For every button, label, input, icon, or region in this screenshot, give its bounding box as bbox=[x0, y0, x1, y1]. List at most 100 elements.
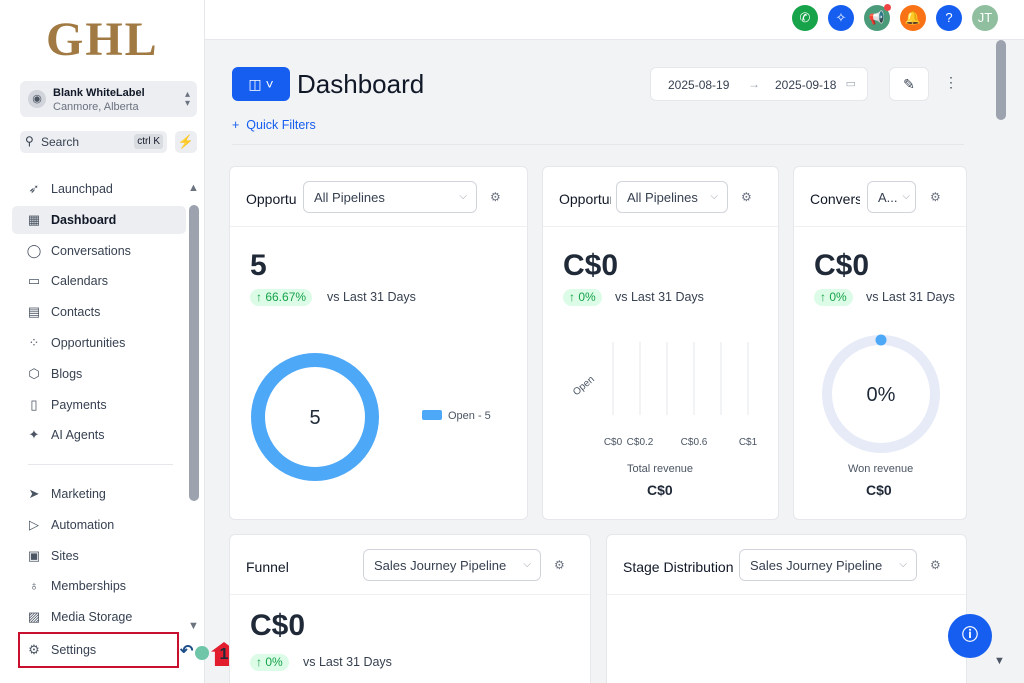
legend-label: Open - 5 bbox=[448, 410, 491, 422]
sidebar-item-sites[interactable]: ▣ Sites bbox=[12, 542, 186, 570]
help-icon[interactable]: ? bbox=[936, 5, 962, 31]
sidebar: GHL ◉ Blank WhiteLabel Canmore, Alberta … bbox=[0, 0, 205, 683]
sidebar-item-label: Blogs bbox=[51, 366, 83, 381]
search-button[interactable]: ⚲ Search ctrl K bbox=[20, 131, 167, 153]
scroll-down-arrow-icon[interactable]: ▼ bbox=[188, 620, 199, 632]
app-frame: GHL ◉ Blank WhiteLabel Canmore, Alberta … bbox=[0, 0, 1024, 683]
browser-icon: ▣ bbox=[27, 547, 41, 563]
sidebar-item-label: Opportunities bbox=[51, 336, 126, 350]
sidebar-item-marketing[interactable]: ➤ Marketing bbox=[12, 480, 186, 508]
metric-value: C$0 bbox=[563, 249, 619, 282]
annotation-dot bbox=[195, 646, 209, 660]
image-icon: ▨ bbox=[27, 609, 41, 625]
account-avatar-icon: ◉ bbox=[28, 90, 46, 108]
user-avatar[interactable]: JT bbox=[972, 5, 998, 31]
account-location: Canmore, Alberta bbox=[53, 101, 139, 113]
quick-actions-bolt-icon[interactable]: ⚡ bbox=[175, 131, 197, 153]
quick-filters-label: Quick Filters bbox=[246, 118, 316, 132]
chart-caption-value: C$0 bbox=[866, 482, 892, 498]
chevron-down-icon: ⌵ bbox=[710, 191, 718, 202]
card-title: Opportunities bbox=[246, 191, 296, 207]
sidebar-item-opportunities[interactable]: ⁘ Opportunities bbox=[12, 329, 186, 357]
sidebar-item-memberships[interactable]: ♁ Memberships bbox=[12, 572, 186, 600]
sidebar-item-blogs[interactable]: ⬡ Blogs bbox=[12, 360, 186, 388]
card-title: Conversion bbox=[810, 191, 860, 207]
sidebar-item-label: Dashboard bbox=[51, 212, 117, 227]
sidebar-divider bbox=[28, 464, 173, 465]
sidebar-item-launchpad[interactable]: ➶ Launchpad bbox=[12, 175, 186, 203]
sidebar-item-automation[interactable]: ▷ Automation bbox=[12, 511, 186, 539]
sidebar-scrollbar[interactable] bbox=[189, 205, 199, 501]
settings-highlight-box bbox=[18, 632, 179, 668]
sidebar-item-label: Automation bbox=[51, 517, 115, 532]
comparison-label: vs Last 31 Days bbox=[615, 290, 704, 304]
filter-settings-icon[interactable]: ⚙ bbox=[930, 558, 941, 572]
header-divider bbox=[232, 144, 964, 145]
main-scrollbar[interactable] bbox=[996, 40, 1006, 120]
quick-filters-link[interactable]: + Quick Filters bbox=[232, 118, 316, 132]
sidebar-item-label: Media Storage bbox=[51, 610, 133, 625]
layout-icon: ◫ ˅ bbox=[248, 76, 274, 92]
sidebar-item-ai-agents[interactable]: ✦ AI Agents bbox=[12, 421, 186, 449]
filter-settings-icon[interactable]: ⚙ bbox=[741, 190, 752, 204]
donut-legend-item[interactable]: Open - 5 bbox=[422, 410, 491, 422]
plus-icon: + bbox=[232, 118, 240, 132]
won-revenue-gauge: 0% bbox=[822, 334, 940, 453]
gauge-center-value: 0% bbox=[867, 384, 896, 406]
date-start: 2025-08-19 bbox=[668, 78, 730, 92]
change-badge: ↑ 0% bbox=[250, 654, 289, 671]
filter-settings-icon[interactable]: ⚙ bbox=[930, 190, 941, 204]
card-header: Stage Distribution Sales Journey Pipelin… bbox=[607, 535, 966, 595]
pipeline-select[interactable]: All Pipelines ⌵ bbox=[616, 181, 728, 213]
pipeline-select-value: Sales Journey Pipeline bbox=[750, 558, 883, 573]
brand-logo[interactable]: GHL bbox=[46, 12, 159, 67]
pipeline-select[interactable]: A... ⌵ bbox=[867, 181, 916, 213]
pipeline-select[interactable]: Sales Journey Pipeline ⌵ bbox=[739, 549, 917, 581]
scroll-down-arrow-icon[interactable]: ▼ bbox=[994, 655, 1005, 667]
award-icon: ♁ bbox=[29, 578, 39, 594]
revenue-bar-chart: C$0 C$0.2 C$0.6 C$1 Open bbox=[571, 342, 758, 448]
chevron-down-icon: ⌵ bbox=[902, 191, 910, 202]
pencil-icon: ✎ bbox=[903, 76, 915, 92]
magic-icon[interactable]: ✧ bbox=[828, 5, 854, 31]
card-header: Conversion A... ⌵ ⚙ bbox=[794, 167, 966, 227]
phone-icon[interactable]: ✆ bbox=[792, 5, 818, 31]
notification-dot bbox=[884, 4, 891, 11]
chat-widget-button[interactable]: ⓘ bbox=[948, 614, 992, 658]
sidebar-item-label: Marketing bbox=[51, 487, 106, 501]
sidebar-item-label: Payments bbox=[51, 397, 107, 412]
sidebar-item-label: Memberships bbox=[51, 579, 127, 594]
chart-caption: Won revenue bbox=[848, 463, 914, 475]
gauge-indicator bbox=[875, 334, 887, 346]
x-tick-label: C$0.6 bbox=[681, 437, 708, 448]
sidebar-item-contacts[interactable]: ▤ Contacts bbox=[12, 298, 186, 326]
account-switcher[interactable]: ◉ Blank WhiteLabel Canmore, Alberta ▴ ▾ bbox=[20, 81, 197, 117]
sidebar-item-label: Calendars bbox=[51, 274, 108, 289]
scroll-up-arrow-icon[interactable]: ▲ bbox=[188, 182, 199, 194]
edit-dashboard-button[interactable]: ✎ bbox=[889, 67, 929, 101]
sidebar-item-calendars[interactable]: ▭ Calendars bbox=[12, 267, 186, 295]
card-title: Stage Distribution bbox=[623, 559, 734, 575]
filter-settings-icon[interactable]: ⚙ bbox=[490, 190, 501, 204]
card-header: Opportunities All Pipelines ⌵ ⚙ bbox=[543, 167, 778, 227]
change-badge: ↑ 0% bbox=[814, 289, 853, 306]
status-donut-chart: 5 bbox=[251, 353, 379, 481]
y-category-label: Open bbox=[571, 374, 597, 398]
send-icon: ➤ bbox=[28, 486, 40, 501]
pipeline-select[interactable]: Sales Journey Pipeline ⌵ bbox=[363, 549, 541, 581]
dashboard-switcher-button[interactable]: ◫ ˅ bbox=[232, 67, 290, 101]
conversion-card: Conversion A... ⌵ ⚙ C$0 ↑ 0% vs Last 31 … bbox=[793, 166, 967, 520]
pipeline-select[interactable]: All Pipelines ⌵ bbox=[303, 181, 477, 213]
more-options-icon[interactable]: ⋮ bbox=[944, 74, 958, 91]
date-range-picker[interactable]: 2025-08-19 → 2025-09-18 ▭ bbox=[650, 67, 868, 101]
chevron-down-icon: ⌵ bbox=[899, 559, 907, 570]
sidebar-item-conversations[interactable]: ◯ Conversations bbox=[12, 237, 186, 265]
filter-settings-icon[interactable]: ⚙ bbox=[554, 558, 565, 572]
rocket-icon: ➶ bbox=[28, 181, 40, 196]
sidebar-item-dashboard[interactable]: ▦ Dashboard bbox=[12, 205, 186, 234]
bell-icon[interactable]: 🔔 bbox=[900, 5, 926, 31]
sidebar-item-payments[interactable]: ▯ Payments bbox=[12, 391, 186, 419]
sidebar-item-media-storage[interactable]: ▨ Media Storage bbox=[12, 603, 186, 631]
calendar-icon: ▭ bbox=[845, 78, 856, 90]
comparison-label: vs Last 31 Days bbox=[303, 655, 392, 669]
